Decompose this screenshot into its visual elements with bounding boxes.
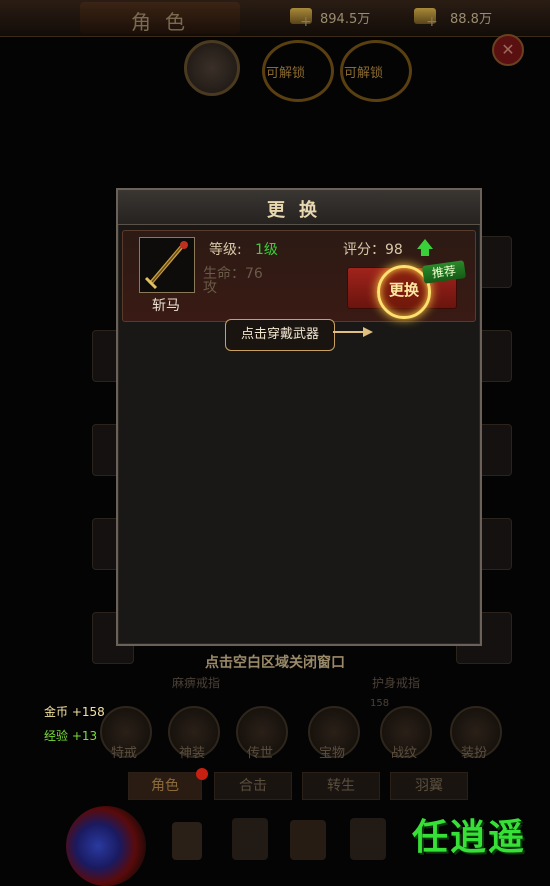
avatar[interactable]	[184, 40, 240, 96]
skill-label: 战纹	[390, 746, 417, 761]
exp-label: 经验	[44, 729, 69, 743]
tab-rebirth[interactable]: 转生	[302, 772, 380, 800]
currency1-value: 894.5万	[320, 12, 371, 27]
ring-name-protection: 护身戒指	[372, 676, 421, 690]
close-button[interactable]: ✕	[492, 34, 524, 66]
dialog-title: 更换	[267, 200, 331, 221]
exp-value: +13	[71, 729, 98, 743]
pointer-arrow-icon	[333, 327, 373, 337]
guide-tooltip: 点击穿戴武器	[225, 319, 335, 351]
currency1-plus[interactable]: +	[300, 14, 312, 30]
tab-combo[interactable]: 合击	[214, 772, 292, 800]
skill-label: 传世	[246, 746, 273, 761]
stat-line-hp: 生命：76	[203, 266, 263, 282]
stat-lines: 生命：76 攻	[203, 267, 263, 295]
gold-label: 金币	[44, 705, 69, 719]
notification-dot	[196, 768, 208, 780]
watermark: 任逍遥	[412, 817, 527, 858]
skill-label: 神装	[178, 746, 205, 761]
sword-icon	[144, 241, 188, 290]
stat-line-attack: 攻	[203, 280, 217, 296]
hp-mp-orb	[66, 806, 146, 886]
score-label: 评分：98	[343, 242, 403, 258]
skill-count: 158	[370, 698, 390, 709]
unlock-label-1: 可解锁	[266, 66, 306, 81]
level-label: 等级:	[209, 242, 242, 258]
close-icon: ✕	[501, 40, 515, 59]
page-title: 角色	[131, 10, 199, 34]
gold-value: +158	[71, 705, 105, 719]
bag-icon[interactable]	[172, 822, 202, 860]
item-row: 斩马 等级: 1级 评分：98 生命：76 攻 更换 推荐 点击穿戴武器	[122, 230, 476, 351]
change-button-label[interactable]: 更换	[377, 279, 431, 300]
tab-character[interactable]: 角色	[128, 772, 202, 800]
currency2-value: 88.8万	[450, 12, 492, 27]
skill-label: 特戒	[110, 746, 137, 761]
tab-wings[interactable]: 羽翼	[390, 772, 468, 800]
skill-label: 宝物	[318, 746, 345, 761]
skills-book-icon[interactable]	[232, 818, 268, 860]
reward-exp: 经验 +13	[44, 727, 97, 744]
hammer-icon[interactable]	[350, 818, 386, 860]
upgrade-arrow-stem	[421, 248, 429, 256]
change-equipment-dialog: 更换 斩马 等级: 1级 评分：98 生命：76 攻 更换 推荐 点击穿戴武器	[116, 188, 482, 646]
currency2-plus[interactable]: +	[426, 14, 438, 30]
close-hint[interactable]: 点击空白区域关闭窗口	[0, 652, 550, 672]
weapon-slot[interactable]	[139, 237, 195, 293]
helmet-icon[interactable]	[290, 820, 326, 860]
level-value: 1级	[255, 242, 278, 258]
skill-label: 装扮	[460, 746, 487, 761]
recommend-badge: 推荐	[421, 260, 467, 284]
unlock-label-2: 可解锁	[344, 66, 384, 81]
reward-gold: 金币 +158	[44, 703, 105, 720]
weapon-name: 斩马	[152, 298, 180, 314]
ring-name-paralysis: 麻痹戒指	[172, 676, 221, 690]
